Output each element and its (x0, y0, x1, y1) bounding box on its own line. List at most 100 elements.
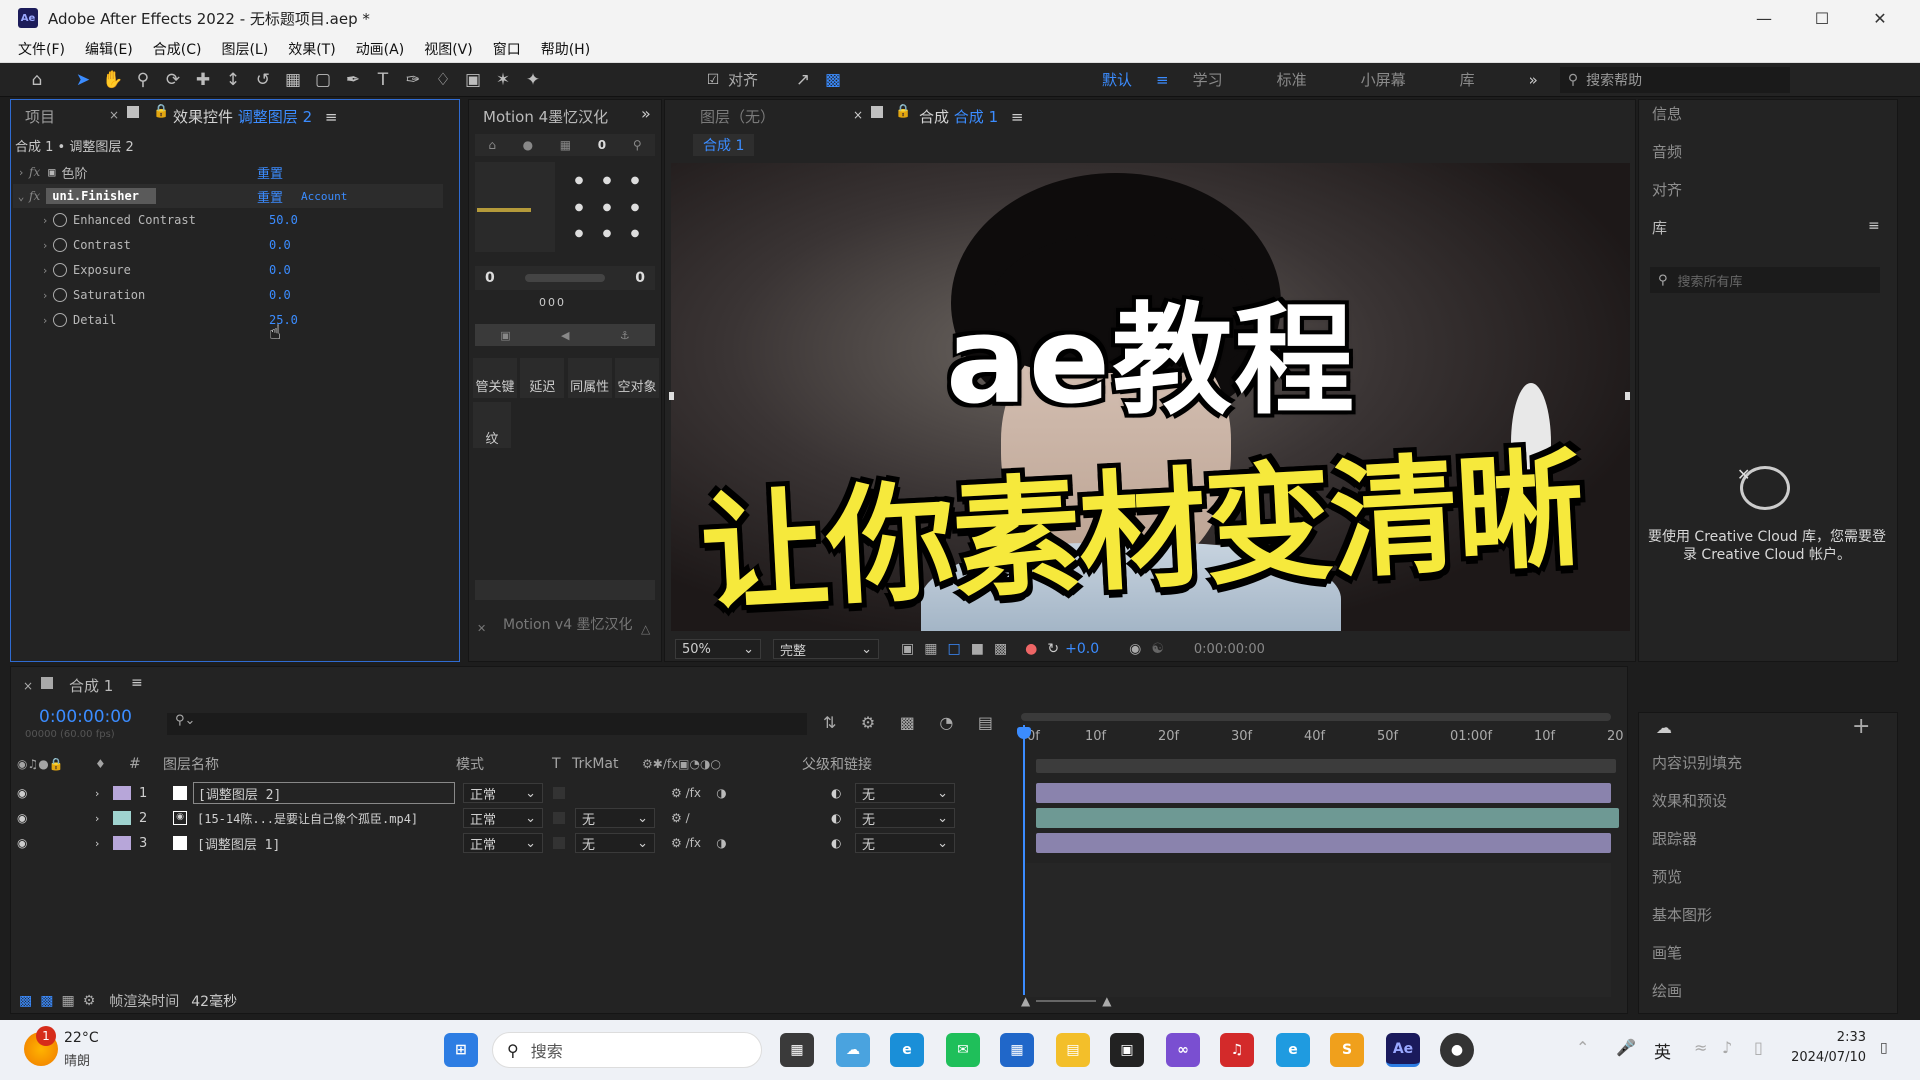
roto-brush-tool-icon[interactable]: ✶ (488, 65, 518, 95)
windows-start-icon[interactable]: ⊞ (444, 1033, 478, 1067)
snap-grid-icon[interactable]: ▩ (818, 65, 848, 95)
panel-menu-icon[interactable]: ≡ (325, 108, 338, 126)
param-row[interactable]: › Exposure (37, 258, 131, 282)
toggle-modes-icon[interactable]: ▩ (40, 993, 53, 1009)
panel-overflow-icon[interactable]: » (641, 104, 651, 123)
close-icon[interactable]: ✕ (477, 622, 486, 635)
tab-effect-controls[interactable]: 效果控件 (173, 108, 233, 126)
collapse-icon[interactable]: △ (641, 622, 650, 636)
selection-tool-icon[interactable]: ➤ (68, 65, 98, 95)
brush-tool-icon[interactable]: ✑ (398, 65, 428, 95)
lock-icon[interactable]: 🔒 (895, 104, 911, 119)
toggle-switches-icon[interactable]: ▩ (19, 993, 32, 1009)
layer-switches[interactable]: ⚙ ∕fx ◑ (671, 836, 831, 850)
effect-levels-row[interactable]: › fx ▣ 色阶 重置 (13, 160, 443, 184)
toggle-in-out-icon[interactable]: ▦ (61, 993, 74, 1009)
layer-row-3[interactable]: ◉ › 3 [调整图层 1] 正常 ⌄ 无 ⌄ ⚙ ∕fx ◑ ◐ 无 ⌄ (17, 831, 1017, 855)
motion-btn-null-object[interactable]: 空对象 (614, 358, 659, 398)
tab-composition-prefix[interactable]: 合成 (919, 108, 949, 126)
frame-handle-left[interactable] (669, 392, 674, 400)
frame-handle-right[interactable] (1625, 392, 1630, 400)
panel-content-aware-fill[interactable]: 内容识别填充 (1652, 752, 1742, 773)
chevron-right-icon[interactable]: › (37, 239, 53, 252)
layer-switches[interactable]: ⚙ ∕ (671, 811, 831, 825)
menu-animation[interactable]: 动画(A) (356, 39, 405, 59)
empty-track-area[interactable] (1026, 863, 1611, 997)
eye-visibility-icon[interactable]: ◉ (17, 836, 37, 850)
help-search-field[interactable]: ⚲ 搜索帮助 (1559, 66, 1790, 93)
motion-btn-keyframes[interactable]: 管关键 (473, 358, 517, 398)
tab-composition-name[interactable]: 合成 1 (954, 108, 998, 126)
comp-flowchart-icon[interactable]: ⇅ (823, 713, 836, 732)
home-icon[interactable]: ⌂ (22, 65, 52, 95)
grid-icon[interactable]: ▦ (560, 138, 571, 152)
zoom-tool-icon[interactable]: ⚲ (128, 65, 158, 95)
layer-row-1[interactable]: ◉ › 1 [调整图层 2] 正常 ⌄ ⚙ ∕fx ◑ ◐ 无 ⌄ (17, 781, 1017, 805)
close-tab-icon[interactable]: × (853, 108, 863, 122)
tray-expand-icon[interactable]: ⌃ (1576, 1038, 1589, 1057)
pen-tool-icon[interactable]: ✒ (338, 65, 368, 95)
motion-btn-delay[interactable]: 延迟 (520, 358, 565, 398)
tab-project[interactable]: 项目 (25, 108, 55, 126)
layer-2-track-bar[interactable] (1036, 808, 1619, 828)
blend-mode-dropdown[interactable]: 正常 ⌄ (463, 783, 543, 803)
zoom-dropdown[interactable]: 50% ⌄ (675, 639, 761, 659)
trkmat-dropdown[interactable]: 无 ⌄ (575, 833, 655, 853)
fx-icon[interactable]: fx (29, 165, 40, 179)
stopwatch-icon[interactable] (53, 263, 67, 277)
layer-1-track-bar[interactable] (1036, 783, 1611, 803)
cc-sync-icon[interactable]: ☁ (1656, 718, 1672, 737)
obs-record-icon[interactable]: ● (1440, 1033, 1474, 1067)
current-time-display[interactable]: 0:00:00:00 (39, 707, 132, 727)
tab-effect-layer-name[interactable]: 调整图层 2 (238, 108, 312, 126)
label-color-swatch[interactable] (113, 836, 131, 850)
work-area-bar[interactable] (1021, 713, 1611, 721)
zoom-slider[interactable]: ▲ ▲ (1021, 994, 1141, 1008)
comp-breadcrumb-chip[interactable]: 合成 1 (703, 138, 744, 154)
workspace-small-screen[interactable]: 小屏幕 (1361, 69, 1406, 90)
layer-row-2[interactable]: ◉ › 2 ◉ [15-14陈...是要让自己像个孤臣.mp4] 正常 ⌄ 无 ⌄ … (17, 806, 1017, 830)
mask-toggle-icon[interactable]: □ (947, 641, 960, 657)
quality-dropdown[interactable]: 完整 ⌄ (773, 639, 879, 659)
graph-editor-icon[interactable]: ▤ (978, 713, 993, 732)
pan-tool-icon[interactable]: ✚ (188, 65, 218, 95)
parent-dropdown[interactable]: 无 ⌄ (855, 808, 955, 828)
region-icon[interactable]: ■ (971, 641, 984, 657)
snapshot-camera-icon[interactable]: ◉ (1129, 641, 1141, 657)
channels-icon[interactable]: ● (1025, 641, 1037, 657)
microphone-icon[interactable]: 🎤 (1616, 1038, 1636, 1057)
layer-name[interactable]: [调整图层 1] (193, 833, 455, 854)
motion-value-a[interactable]: 0 (598, 138, 606, 152)
shy-icon[interactable]: ⚙ (861, 713, 875, 732)
home-icon[interactable]: ⌂ (488, 138, 496, 152)
panel-align[interactable]: 对齐 (1652, 179, 1682, 200)
panel-audio[interactable]: 音频 (1652, 141, 1682, 162)
chevron-down-icon[interactable]: ⌄ (13, 190, 29, 203)
parent-dropdown[interactable]: 无 ⌄ (855, 783, 955, 803)
battery-icon[interactable]: ▯ (1754, 1038, 1763, 1057)
playhead[interactable] (1023, 725, 1025, 995)
layer-3-track-bar[interactable] (1036, 833, 1611, 853)
menu-composition[interactable]: 合成(C) (153, 39, 202, 59)
layer-name[interactable]: [调整图层 2] (193, 782, 455, 804)
param-row[interactable]: › Saturation (37, 283, 145, 307)
type-tool-icon[interactable]: T (368, 65, 398, 95)
chevron-right-icon[interactable]: › (95, 812, 113, 825)
library-search-field[interactable]: ⚲ 搜索所有库 (1650, 267, 1880, 293)
chevron-right-icon[interactable]: › (13, 166, 29, 179)
stopwatch-icon[interactable] (53, 238, 67, 252)
reset-link[interactable]: 重置 (257, 163, 283, 182)
menu-view[interactable]: 视图(V) (424, 39, 473, 59)
zoom-in-icon[interactable]: ▲ (1102, 994, 1111, 1008)
panel-effects-presets[interactable]: 效果和预设 (1652, 790, 1727, 811)
wifi-icon[interactable]: ≈ (1694, 1038, 1707, 1057)
chevron-right-icon[interactable]: › (95, 837, 113, 850)
panel-menu-icon[interactable]: ≡ (1868, 218, 1880, 234)
chevron-right-icon[interactable]: › (95, 787, 113, 800)
workspace-menu-icon[interactable]: ≡ (1156, 71, 1169, 89)
after-effects-taskbar-icon[interactable]: Ae (1386, 1033, 1420, 1067)
menu-layer[interactable]: 图层(L) (221, 39, 268, 59)
edge-browser-icon[interactable]: e (890, 1033, 924, 1067)
pan-behind-tool-icon[interactable]: ▦ (278, 65, 308, 95)
preserve-transparency-checkbox[interactable] (553, 837, 565, 849)
